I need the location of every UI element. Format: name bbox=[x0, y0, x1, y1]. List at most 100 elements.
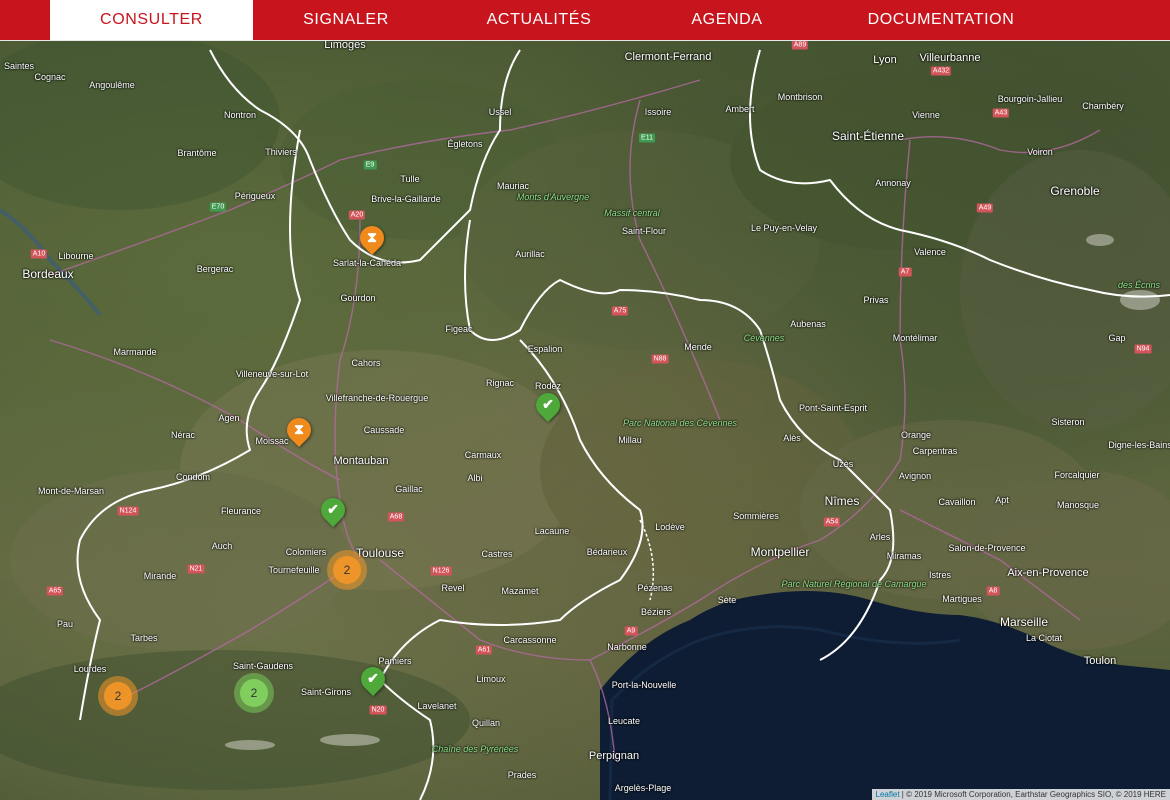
place-mont-de-marsan: Mont-de-Marsan bbox=[37, 486, 105, 496]
place-limoux: Limoux bbox=[476, 674, 506, 684]
road-n20: N20 bbox=[369, 705, 387, 715]
place-issoire: Issoire bbox=[644, 107, 672, 117]
place-la-ciotat: La Ciotat bbox=[1025, 633, 1063, 643]
place-port-la-nouvelle: Port-la-Nouvelle bbox=[611, 680, 677, 690]
place-libourne: Libourne bbox=[58, 251, 94, 261]
place-nerac: Nérac bbox=[170, 430, 196, 440]
place-leucate: Leucate bbox=[607, 716, 641, 726]
place-caussade: Caussade bbox=[363, 425, 405, 435]
tab-agenda[interactable]: AGENDA bbox=[639, 0, 815, 40]
place-bordeaux: Bordeaux bbox=[22, 267, 74, 281]
cluster-count: 2 bbox=[333, 556, 361, 584]
marker-validated[interactable]: ✔ bbox=[316, 493, 350, 534]
cluster-count: 2 bbox=[104, 682, 132, 710]
place-cahors: Cahors bbox=[351, 358, 381, 368]
label-pyrenees: Chaîne des Pyrénées bbox=[431, 744, 519, 754]
place-lourdes: Lourdes bbox=[73, 664, 107, 674]
marker-pending[interactable]: ⧗ bbox=[355, 221, 389, 262]
road-a65: A65 bbox=[46, 586, 64, 596]
place-valence: Valence bbox=[914, 247, 946, 257]
place-saint-gaudens: Saint-Gaudens bbox=[232, 661, 294, 671]
road-a432: A432 bbox=[930, 66, 952, 76]
place-moissac: Moissac bbox=[255, 436, 289, 446]
place-bourgoin: Bourgoin-Jallieu bbox=[997, 94, 1063, 104]
place-beziers: Béziers bbox=[640, 607, 672, 617]
marker-cluster[interactable]: 2 bbox=[234, 673, 274, 713]
checkmark-icon: ✔ bbox=[367, 670, 379, 686]
place-millau: Millau bbox=[618, 435, 642, 445]
place-avignon: Avignon bbox=[898, 471, 932, 481]
place-saint-flour: Saint-Flour bbox=[621, 226, 667, 236]
place-lavelanet: Lavelanet bbox=[417, 701, 457, 711]
place-narbonne: Narbonne bbox=[607, 642, 647, 652]
place-gap: Gap bbox=[1108, 333, 1126, 343]
place-perigueux: Périgueux bbox=[234, 191, 276, 201]
road-a7: A7 bbox=[898, 267, 912, 277]
tab-signaler[interactable]: SIGNALER bbox=[253, 0, 439, 40]
place-ussel: Ussel bbox=[488, 107, 512, 117]
road-a8: A8 bbox=[986, 586, 1000, 596]
place-carcassonne: Carcassonne bbox=[503, 635, 557, 645]
place-thiviers: Thiviers bbox=[265, 147, 297, 157]
place-brantome: Brantôme bbox=[177, 148, 217, 158]
place-sommieres: Sommières bbox=[733, 511, 779, 521]
tab-consulter[interactable]: CONSULTER bbox=[50, 0, 253, 40]
marker-cluster[interactable]: 2 bbox=[327, 550, 367, 590]
road-a10: A10 bbox=[30, 249, 48, 259]
road-n126: N126 bbox=[430, 566, 452, 576]
place-ales: Alès bbox=[783, 433, 801, 443]
place-salon: Salon-de-Provence bbox=[948, 543, 1026, 553]
place-limoges: Limoges bbox=[324, 40, 366, 51]
place-tournefeuille: Tournefeuille bbox=[268, 565, 320, 575]
place-pont-saint-esprit: Pont-Saint-Esprit bbox=[798, 403, 868, 413]
place-orange: Orange bbox=[900, 430, 932, 440]
place-espalion: Espalion bbox=[527, 344, 563, 354]
place-mauriac: Mauriac bbox=[496, 181, 530, 191]
place-pezenas: Pézenas bbox=[637, 583, 673, 593]
place-villefranche: Villefranche-de-Rouergue bbox=[325, 393, 429, 403]
place-mirande: Mirande bbox=[143, 571, 177, 581]
place-uzes: Uzès bbox=[832, 459, 854, 469]
place-sisteron: Sisteron bbox=[1051, 417, 1085, 427]
place-castres: Castres bbox=[481, 549, 513, 559]
place-aurillac: Aurillac bbox=[515, 249, 545, 259]
place-digne: Digne-les-Bains bbox=[1108, 440, 1170, 450]
road-a89: A89 bbox=[791, 40, 809, 50]
place-rignac: Rignac bbox=[485, 378, 515, 388]
place-privas: Privas bbox=[863, 295, 889, 305]
tab-documentation[interactable]: DOCUMENTATION bbox=[815, 0, 1067, 40]
place-villeneuve: Villeneuve-sur-Lot bbox=[235, 369, 309, 379]
label-camargue: Parc Naturel Régional de Camargue bbox=[781, 579, 927, 589]
place-colomiers: Colomiers bbox=[285, 547, 327, 557]
road-a54: A54 bbox=[823, 517, 841, 527]
tab-actualites[interactable]: ACTUALITÉS bbox=[439, 0, 639, 40]
road-a20: A20 bbox=[348, 210, 366, 220]
satellite-map[interactable]: Limoges Clermont-Ferrand Lyon Villeurban… bbox=[0, 40, 1170, 800]
road-a68: A68 bbox=[387, 512, 405, 522]
place-fleurance: Fleurance bbox=[220, 506, 262, 516]
label-monts-auvergne: Monts d'Auvergne bbox=[516, 192, 590, 202]
place-aubenas: Aubenas bbox=[790, 319, 826, 329]
place-carmaux: Carmaux bbox=[464, 450, 502, 460]
marker-pending[interactable]: ⧗ bbox=[282, 413, 316, 454]
attribution-text: | © 2019 Microsoft Corporation, Earthsta… bbox=[899, 790, 1166, 799]
place-voiron: Voiron bbox=[1027, 147, 1053, 157]
place-apt: Apt bbox=[995, 495, 1009, 505]
place-tarbes: Tarbes bbox=[130, 633, 158, 643]
marker-validated[interactable]: ✔ bbox=[356, 662, 390, 703]
road-a61: A61 bbox=[475, 645, 493, 655]
marker-validated[interactable]: ✔ bbox=[531, 388, 565, 429]
label-cevennes: Cévennes bbox=[743, 333, 785, 343]
leaflet-link[interactable]: Leaflet bbox=[876, 790, 900, 799]
hourglass-icon: ⧗ bbox=[367, 229, 377, 245]
place-grenoble: Grenoble bbox=[1050, 184, 1100, 198]
place-sete: Sète bbox=[717, 595, 737, 605]
place-albi: Albi bbox=[467, 473, 483, 483]
place-annonay: Annonay bbox=[875, 178, 911, 188]
place-lyon: Lyon bbox=[873, 54, 897, 66]
place-montbrison: Montbrison bbox=[777, 92, 823, 102]
label-parc-cevennes: Parc National des Cévennes bbox=[622, 418, 738, 428]
marker-cluster[interactable]: 2 bbox=[98, 676, 138, 716]
place-argeles: Argelès-Plage bbox=[614, 783, 672, 793]
road-n94: N94 bbox=[1134, 344, 1152, 354]
